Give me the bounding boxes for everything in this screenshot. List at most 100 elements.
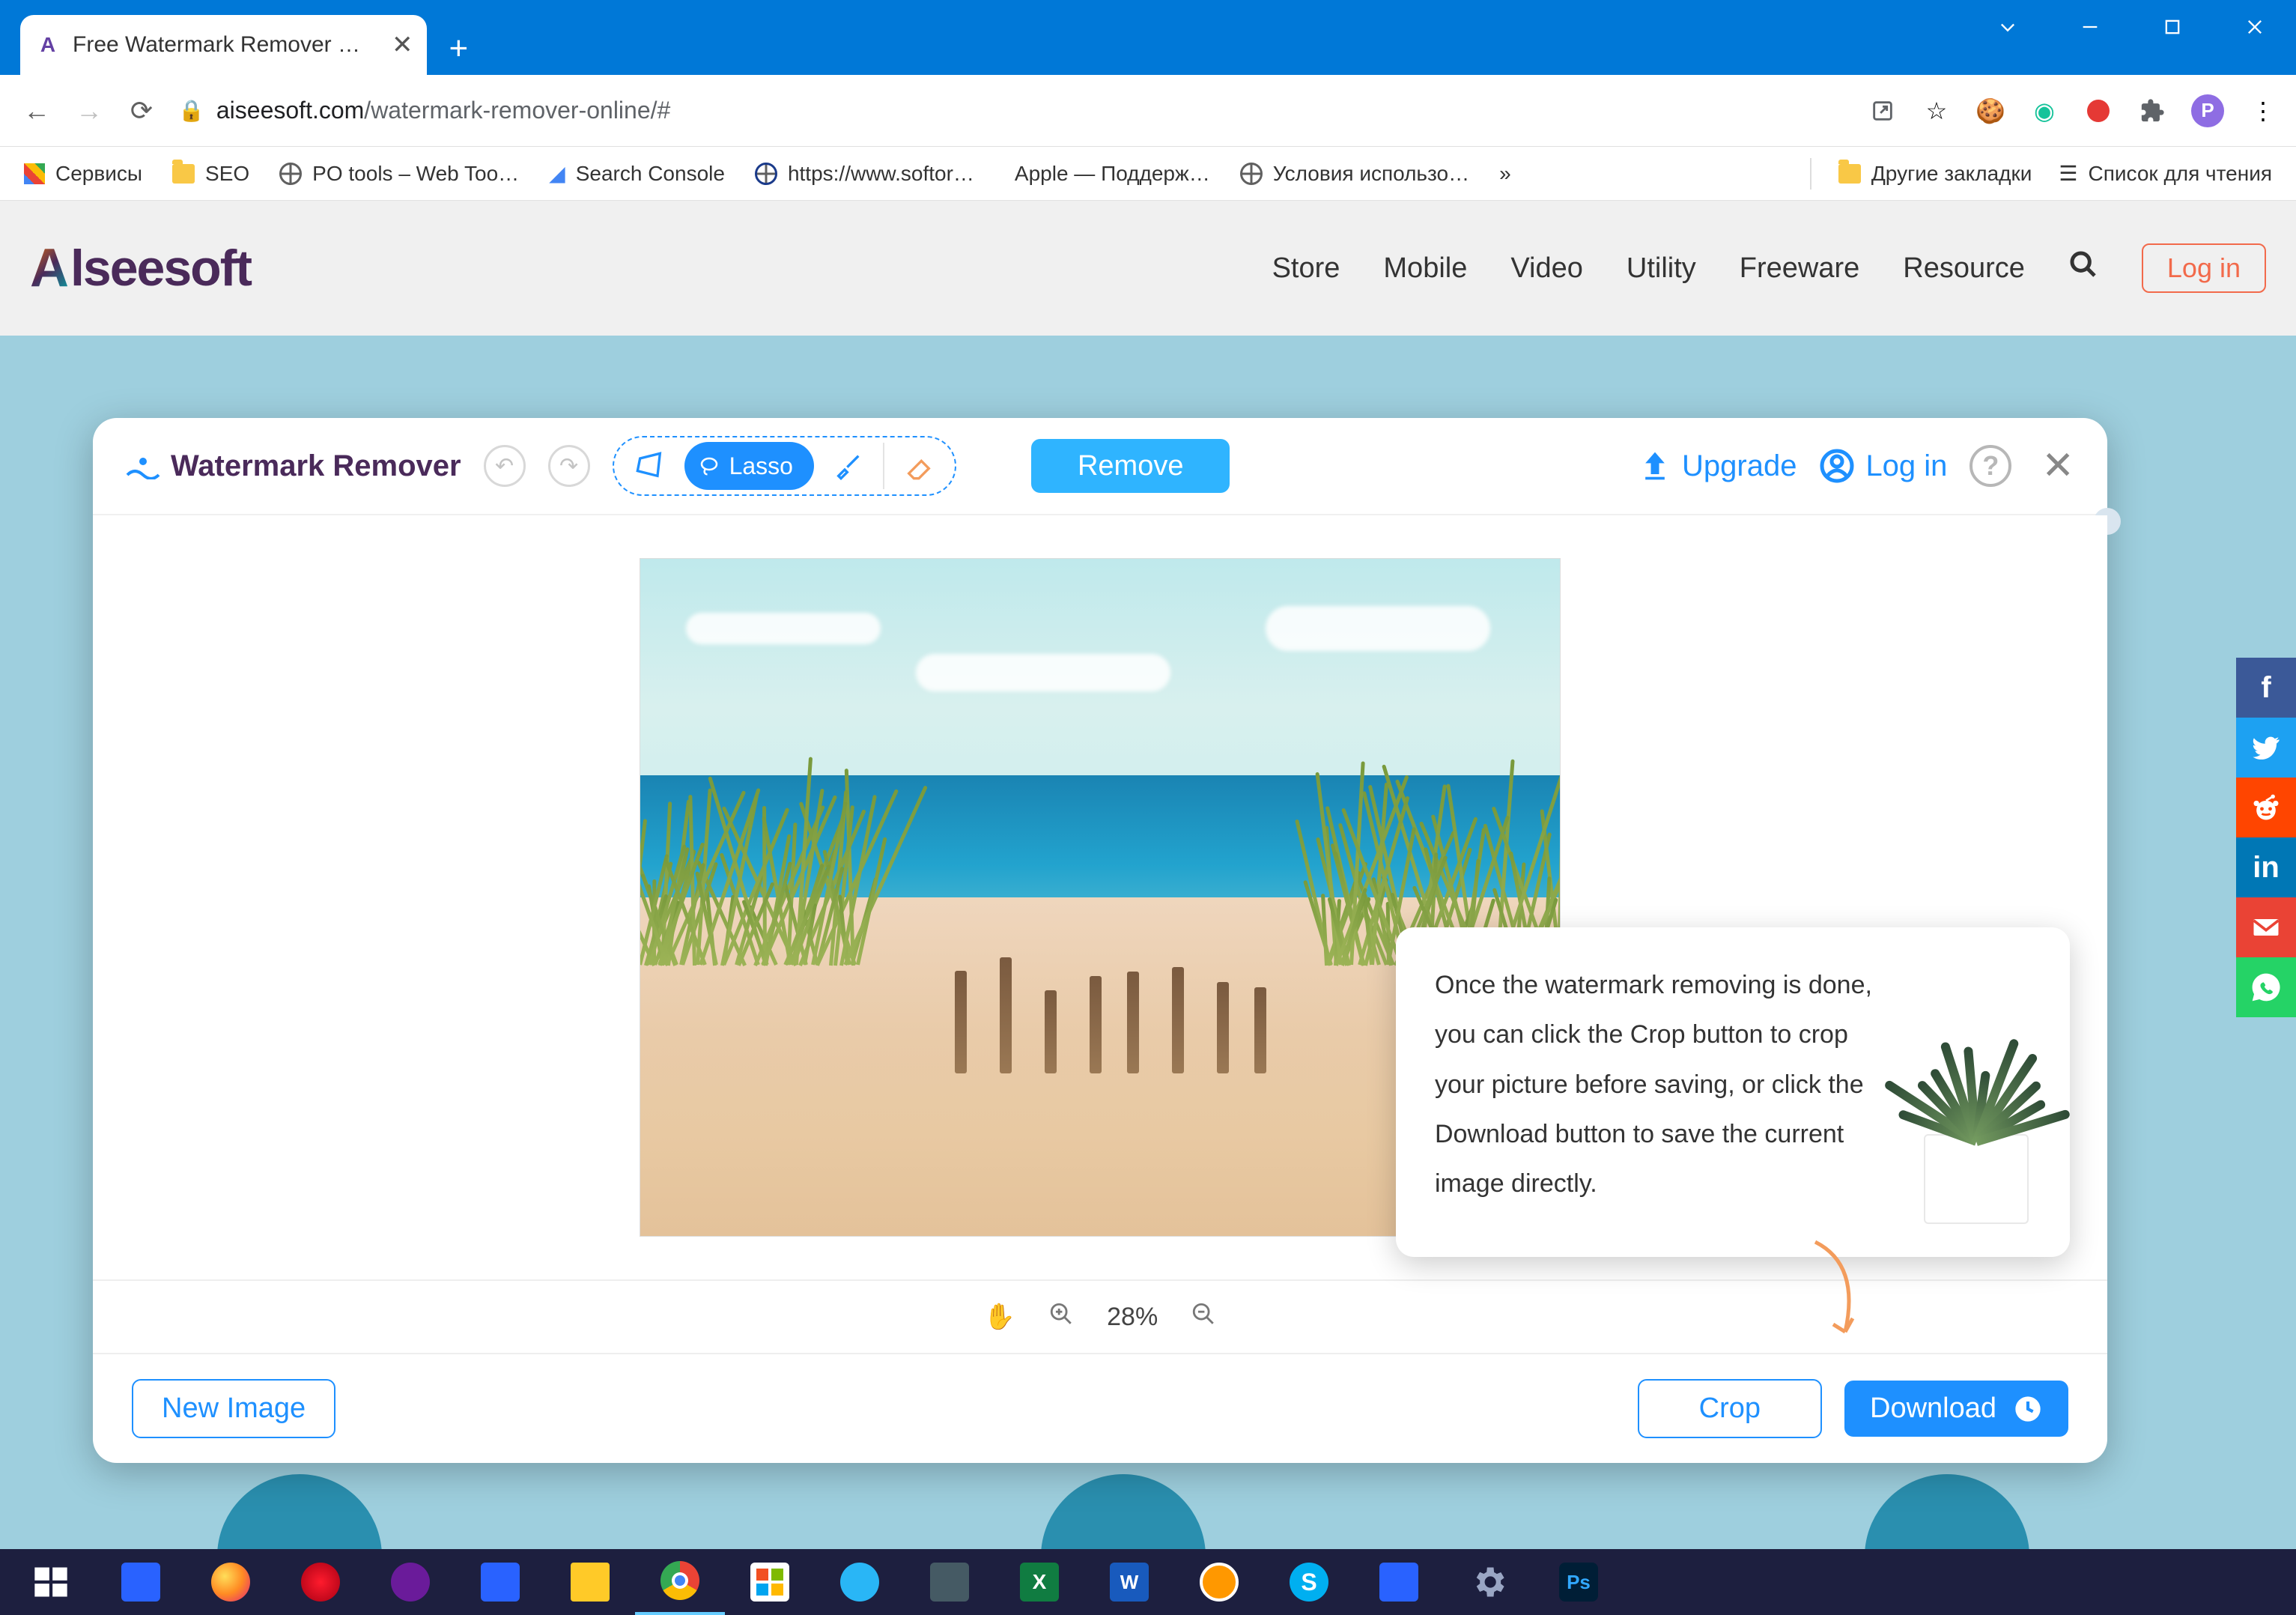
site-login-button[interactable]: Log in	[2142, 243, 2266, 293]
tab-close-icon[interactable]: ✕	[392, 30, 413, 60]
chrome-icon[interactable]	[635, 1549, 725, 1615]
cookie-extension-icon[interactable]: 🍪	[1975, 96, 2005, 126]
remove-button[interactable]: Remove	[1031, 439, 1230, 493]
undo-button[interactable]: ↶	[484, 445, 526, 487]
back-button[interactable]: ←	[18, 92, 55, 130]
panel-toolbar: Watermark Remover ↶ ↷ Lasso Remove Upgra…	[93, 418, 2107, 515]
extensions-icon[interactable]	[2137, 96, 2167, 126]
brand-logo[interactable]: Alseesoft	[30, 237, 251, 299]
download-button[interactable]: Download	[1844, 1381, 2068, 1437]
clock-icon	[2013, 1394, 2043, 1424]
word-icon[interactable]: W	[1084, 1549, 1174, 1615]
bookmark-softor[interactable]: https://www.softor…	[755, 162, 974, 186]
bookmarks-bar: Сервисы SEO PO tools – Web Too… ◢Search …	[0, 147, 2296, 201]
bookmark-apple[interactable]: Apple — Поддерж…	[1004, 162, 1210, 186]
panel-close-icon[interactable]: ✕	[2041, 443, 2074, 488]
telegram-icon[interactable]	[815, 1549, 905, 1615]
app4-icon[interactable]	[1354, 1549, 1444, 1615]
nav-video[interactable]: Video	[1510, 252, 1583, 285]
bookmark-seo[interactable]: SEO	[172, 162, 249, 186]
zoom-out-icon[interactable]	[1191, 1301, 1216, 1333]
firefox-icon[interactable]	[186, 1549, 276, 1615]
bookmark-more[interactable]: »	[1499, 162, 1511, 186]
calculator-icon[interactable]	[455, 1549, 545, 1615]
nav-store[interactable]: Store	[1272, 252, 1340, 285]
bookmark-reading[interactable]: ☰Список для чтения	[2059, 161, 2272, 186]
photoshop-icon[interactable]: Ps	[1534, 1549, 1624, 1615]
bookmark-potools[interactable]: PO tools – Web Too…	[279, 162, 519, 186]
help-button[interactable]: ?	[1969, 445, 2011, 487]
bookmark-services[interactable]: Сервисы	[24, 162, 142, 186]
separator	[1810, 158, 1811, 190]
tooltip-text: Once the watermark removing is done, you…	[1435, 960, 1883, 1224]
app-title: Watermark Remover	[126, 449, 461, 483]
star-icon[interactable]: ☆	[1922, 96, 1952, 126]
folder-icon	[172, 164, 195, 184]
excel-icon[interactable]: X	[994, 1549, 1084, 1615]
brush-tool[interactable]	[819, 442, 878, 490]
grammarly-extension-icon[interactable]: ◉	[2029, 96, 2059, 126]
app2-icon[interactable]	[905, 1549, 994, 1615]
watermark-remover-panel: Watermark Remover ↶ ↷ Lasso Remove Upgra…	[93, 418, 2107, 1463]
ms-store-icon[interactable]	[725, 1549, 815, 1615]
eraser-tool[interactable]	[889, 442, 949, 490]
browser-toolbar: ← → ⟳ 🔒 aiseesoft.com/watermark-remover-…	[0, 75, 2296, 147]
apps-icon	[24, 163, 45, 184]
reading-list-icon: ☰	[2059, 161, 2077, 186]
hand-tool-icon[interactable]: ✋	[984, 1302, 1015, 1332]
bookmark-searchconsole[interactable]: ◢Search Console	[549, 161, 725, 186]
opera-icon[interactable]	[276, 1549, 365, 1615]
wave-icon	[126, 453, 160, 479]
start-button[interactable]	[6, 1549, 96, 1615]
favicon: A	[35, 32, 61, 58]
gmail-share-icon[interactable]	[2236, 897, 2296, 957]
folder-icon	[1838, 164, 1861, 184]
file-explorer-icon[interactable]	[545, 1549, 635, 1615]
nav-utility[interactable]: Utility	[1627, 252, 1696, 285]
new-tab-button[interactable]: +	[449, 30, 469, 67]
nav-freeware[interactable]: Freeware	[1740, 252, 1860, 285]
search-icon[interactable]	[2068, 249, 2098, 287]
profile-avatar[interactable]: P	[2191, 94, 2224, 127]
panel-login-link[interactable]: Log in	[1819, 448, 1947, 484]
settings-icon[interactable]	[1444, 1549, 1534, 1615]
app3-icon[interactable]	[1174, 1549, 1264, 1615]
globe-icon	[279, 163, 302, 185]
redo-button[interactable]: ↷	[548, 445, 590, 487]
bookmark-usage[interactable]: Условия использо…	[1240, 162, 1469, 186]
polygon-tool[interactable]	[620, 442, 680, 490]
new-image-button[interactable]: New Image	[132, 1379, 335, 1438]
url-text: aiseesoft.com/watermark-remover-online/#	[216, 97, 670, 124]
forward-button[interactable]: →	[70, 92, 108, 130]
reddit-share-icon[interactable]	[2236, 778, 2296, 837]
lasso-tool[interactable]: Lasso	[684, 442, 814, 490]
tooltip-image	[1898, 960, 2055, 1224]
facebook-share-icon[interactable]: f	[2236, 658, 2296, 718]
zoom-in-icon[interactable]	[1048, 1301, 1074, 1333]
bookmark-other[interactable]: Другие закладки	[1838, 162, 2032, 186]
window-maximize-icon[interactable]	[2131, 0, 2214, 54]
twitter-share-icon[interactable]	[2236, 718, 2296, 778]
page-content: Alseesoft Store Mobile Video Utility Fre…	[0, 201, 2296, 1549]
window-close-icon[interactable]	[2214, 0, 2296, 54]
linkedin-share-icon[interactable]: in	[2236, 837, 2296, 897]
crop-button[interactable]: Crop	[1638, 1379, 1822, 1438]
taskview-icon[interactable]	[96, 1549, 186, 1615]
tooltip-card: Once the watermark removing is done, you…	[1396, 927, 2070, 1257]
skype-icon[interactable]: S	[1264, 1549, 1354, 1615]
browser-menu-icon[interactable]: ⋮	[2248, 96, 2278, 126]
site-nav: Store Mobile Video Utility Freeware Reso…	[1272, 243, 2266, 293]
app-icon[interactable]	[365, 1549, 455, 1615]
share-icon[interactable]	[1868, 96, 1898, 126]
nav-resource[interactable]: Resource	[1903, 252, 2025, 285]
window-minimize-icon[interactable]	[2049, 0, 2131, 54]
address-bar[interactable]: 🔒 aiseesoft.com/watermark-remover-online…	[175, 97, 1853, 124]
whatsapp-share-icon[interactable]	[2236, 957, 2296, 1017]
globe-icon	[755, 163, 777, 185]
browser-tab[interactable]: A Free Watermark Remover Online ✕	[20, 15, 427, 75]
window-dropdown-icon[interactable]	[1967, 0, 2049, 54]
nav-mobile[interactable]: Mobile	[1383, 252, 1467, 285]
record-extension-icon[interactable]	[2083, 96, 2113, 126]
reload-button[interactable]: ⟳	[123, 92, 160, 130]
upgrade-link[interactable]: Upgrade	[1639, 449, 1797, 483]
